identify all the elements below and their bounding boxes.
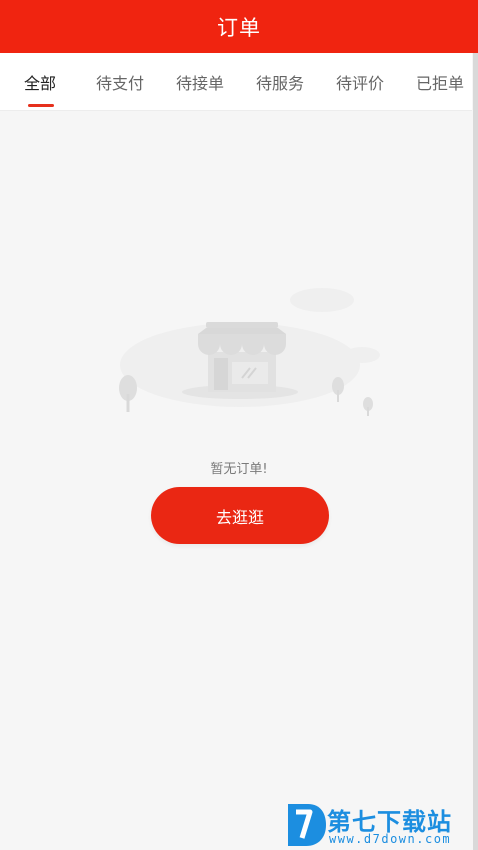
tab-label: 待评价 xyxy=(335,73,384,93)
empty-store-icon xyxy=(119,288,380,416)
tab-pending-acceptance[interactable]: 待接单 xyxy=(168,53,232,110)
empty-orders-message: 暂无订单! xyxy=(210,462,268,477)
tab-label: 待支付 xyxy=(95,73,144,93)
tab-label: 待服务 xyxy=(255,73,304,93)
tab-pending-payment[interactable]: 待支付 xyxy=(88,53,152,110)
page-title: 订单 xyxy=(217,15,261,40)
go-shopping-button[interactable]: 去逛逛 xyxy=(151,487,329,544)
tab-label: 全部 xyxy=(23,73,56,93)
tab-pending-review[interactable]: 待评价 xyxy=(328,53,392,110)
active-tab-indicator xyxy=(28,104,54,107)
app-header: 订单 xyxy=(0,0,478,53)
d7-logo-icon xyxy=(288,804,326,846)
tab-pending-service[interactable]: 待服务 xyxy=(248,53,312,110)
tab-all[interactable]: 全部 xyxy=(14,53,66,110)
watermark-url: www.d7down.com xyxy=(329,832,452,846)
watermark-logo: 第七下载站 www.d7down.com xyxy=(284,800,474,850)
tab-label: 待接单 xyxy=(175,73,224,93)
order-status-tabs: 全部 待支付 待接单 待服务 待评价 已拒单 xyxy=(0,53,472,111)
tab-label: 已拒单 xyxy=(415,73,464,93)
tab-rejected[interactable]: 已拒单 xyxy=(408,53,472,110)
scrollbar[interactable] xyxy=(473,53,478,850)
